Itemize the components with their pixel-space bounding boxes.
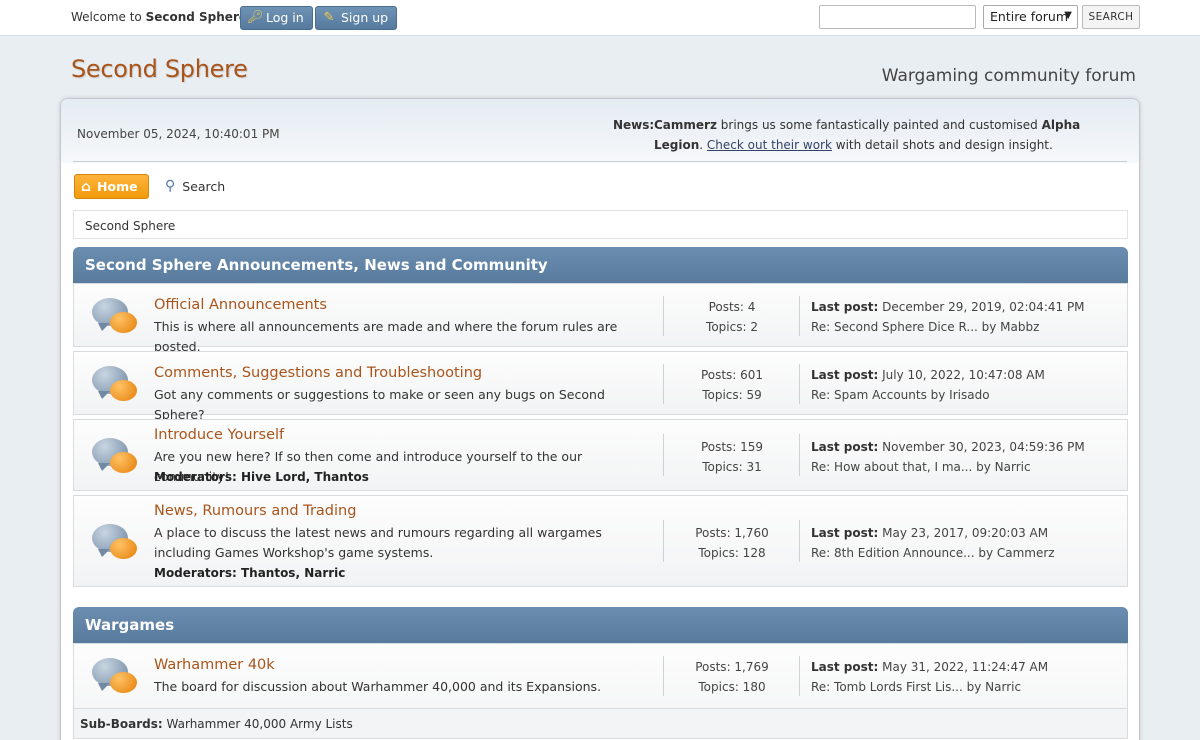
board-last-post: Last post: December 29, 2019, 02:04:41 P… bbox=[811, 297, 1121, 337]
menu-home-button[interactable]: ⌂ Home bbox=[74, 174, 149, 199]
board-row: Official Announcements This is where all… bbox=[73, 283, 1128, 354]
board-name[interactable]: Official Announcements bbox=[154, 297, 327, 313]
board-stats: Posts: 4 Topics: 2 bbox=[706, 300, 758, 334]
menu-search-label: Search bbox=[182, 178, 226, 194]
forum-slogan: Wargaming community forum bbox=[881, 66, 1136, 86]
board-description: A place to discuss the latest news and r… bbox=[154, 525, 602, 560]
speech-bubbles-icon[interactable] bbox=[92, 656, 140, 696]
board-description: The board for discussion about Warhammer… bbox=[154, 679, 602, 694]
divider bbox=[799, 364, 800, 404]
welcome-text: Welcome to Second Sphere. bbox=[71, 10, 251, 24]
divider bbox=[663, 364, 664, 404]
menu-search-link[interactable]: ⚲ Search bbox=[165, 178, 225, 194]
board-name[interactable]: Comments, Suggestions and Troubleshootin… bbox=[154, 365, 482, 381]
news-text: Cammerz brings us some fantastically pai… bbox=[654, 118, 1081, 152]
magnifier-icon: ⚲ bbox=[165, 178, 176, 194]
board-moderators: Moderators: Thantos, Narric bbox=[154, 566, 346, 580]
board-last-post: Last post: May 23, 2017, 09:20:03 AM Re: … bbox=[811, 523, 1121, 563]
signup-button[interactable]: ✎ Sign up bbox=[315, 6, 398, 30]
board-last-post: Last post: July 10, 2022, 10:47:08 AM Re:… bbox=[811, 365, 1121, 405]
search-scope-value: Entire forum bbox=[990, 9, 1069, 24]
divider bbox=[663, 296, 664, 336]
breadcrumb[interactable]: Second Sphere bbox=[73, 210, 1128, 239]
key-icon: 🔑︎ bbox=[247, 10, 264, 25]
current-datetime: November 05, 2024, 10:40:01 PM bbox=[77, 127, 280, 141]
login-label: Log in bbox=[266, 10, 304, 25]
last-post-link[interactable]: Re: Spam Accounts by Irisado bbox=[811, 385, 1121, 405]
category-header[interactable]: Wargames bbox=[73, 607, 1128, 643]
last-post-link[interactable]: Re: Tomb Lords First Lis... by Narric bbox=[811, 677, 1121, 697]
divider bbox=[799, 434, 800, 476]
speech-bubbles-icon[interactable] bbox=[92, 522, 140, 562]
board-name[interactable]: Introduce Yourself bbox=[154, 427, 284, 443]
welcome-site-name: Second Sphere bbox=[145, 10, 247, 24]
board-stats: Posts: 1,760 Topics: 128 bbox=[695, 526, 769, 560]
news-ticker: News: Cammerz brings us some fantastical… bbox=[613, 115, 1125, 155]
login-button[interactable]: 🔑︎ Log in bbox=[240, 6, 313, 30]
last-post-link[interactable]: Re: Second Sphere Dice R... by Mabbz bbox=[811, 317, 1121, 337]
board-last-post: Last post: May 31, 2022, 11:24:47 AM Re: … bbox=[811, 657, 1121, 697]
board-stats: Posts: 159 Topics: 31 bbox=[700, 440, 764, 474]
last-post-link[interactable]: Re: 8th Edition Announce... by Cammerz bbox=[811, 543, 1121, 563]
board-name[interactable]: News, Rumours and Trading bbox=[154, 503, 356, 519]
news-label: News: bbox=[613, 118, 655, 132]
board-stats: Posts: 601 Topics: 59 bbox=[700, 368, 764, 402]
divider bbox=[663, 520, 664, 562]
sub-boards: Sub-Boards: Warhammer 40,000 Army Lists bbox=[74, 708, 1127, 738]
forum-title[interactable]: Second Sphere bbox=[71, 55, 248, 83]
divider bbox=[73, 161, 1127, 162]
divider bbox=[799, 656, 800, 696]
speech-bubbles-icon[interactable] bbox=[92, 296, 140, 336]
divider bbox=[663, 434, 664, 476]
board-row: Comments, Suggestions and Troubleshootin… bbox=[73, 351, 1128, 422]
divider bbox=[799, 520, 800, 562]
divider bbox=[663, 656, 664, 696]
house-icon: ⌂ bbox=[81, 178, 92, 195]
speech-bubbles-icon[interactable] bbox=[92, 436, 140, 476]
search-scope-select[interactable]: Entire forum ▼ bbox=[983, 5, 1078, 29]
last-post-link[interactable]: Re: How about that, I ma... by Narric bbox=[811, 457, 1121, 477]
news-link[interactable]: Check out their work bbox=[707, 138, 832, 152]
search-button[interactable]: SEARCH bbox=[1082, 5, 1140, 29]
board-stats: Posts: 1,769 Topics: 180 bbox=[695, 660, 769, 694]
menu-home-label: Home bbox=[97, 179, 138, 194]
signup-label: Sign up bbox=[341, 10, 389, 25]
board-name[interactable]: Warhammer 40k bbox=[154, 657, 275, 673]
board-row: Warhammer 40k The board for discussion a… bbox=[73, 643, 1128, 739]
sub-board-link[interactable]: Warhammer 40,000 Army Lists bbox=[163, 717, 353, 731]
search-input[interactable] bbox=[819, 5, 976, 29]
main-content: November 05, 2024, 10:40:01 PM News: Cam… bbox=[60, 98, 1140, 740]
board-row: Introduce Yourself Are you new here? If … bbox=[73, 419, 1128, 491]
speech-bubbles-icon[interactable] bbox=[92, 364, 140, 404]
chevron-down-icon: ▼ bbox=[1064, 10, 1072, 21]
board-moderators: Moderators: Hive Lord, Thantos bbox=[154, 470, 369, 484]
divider bbox=[799, 296, 800, 336]
board-row: News, Rumours and Trading A place to dis… bbox=[73, 495, 1128, 587]
top-bar: Welcome to Second Sphere. 🔑︎ Log in ✎ Si… bbox=[0, 0, 1200, 36]
moderator-links[interactable]: Hive Lord, Thantos bbox=[237, 470, 369, 484]
pencil-icon: ✎ bbox=[323, 10, 335, 25]
upper-section: November 05, 2024, 10:40:01 PM News: Cam… bbox=[61, 99, 1139, 163]
board-last-post: Last post: November 30, 2023, 04:59:36 P… bbox=[811, 437, 1121, 477]
category-header[interactable]: Second Sphere Announcements, News and Co… bbox=[73, 247, 1128, 283]
moderator-links[interactable]: Thantos, Narric bbox=[237, 566, 345, 580]
